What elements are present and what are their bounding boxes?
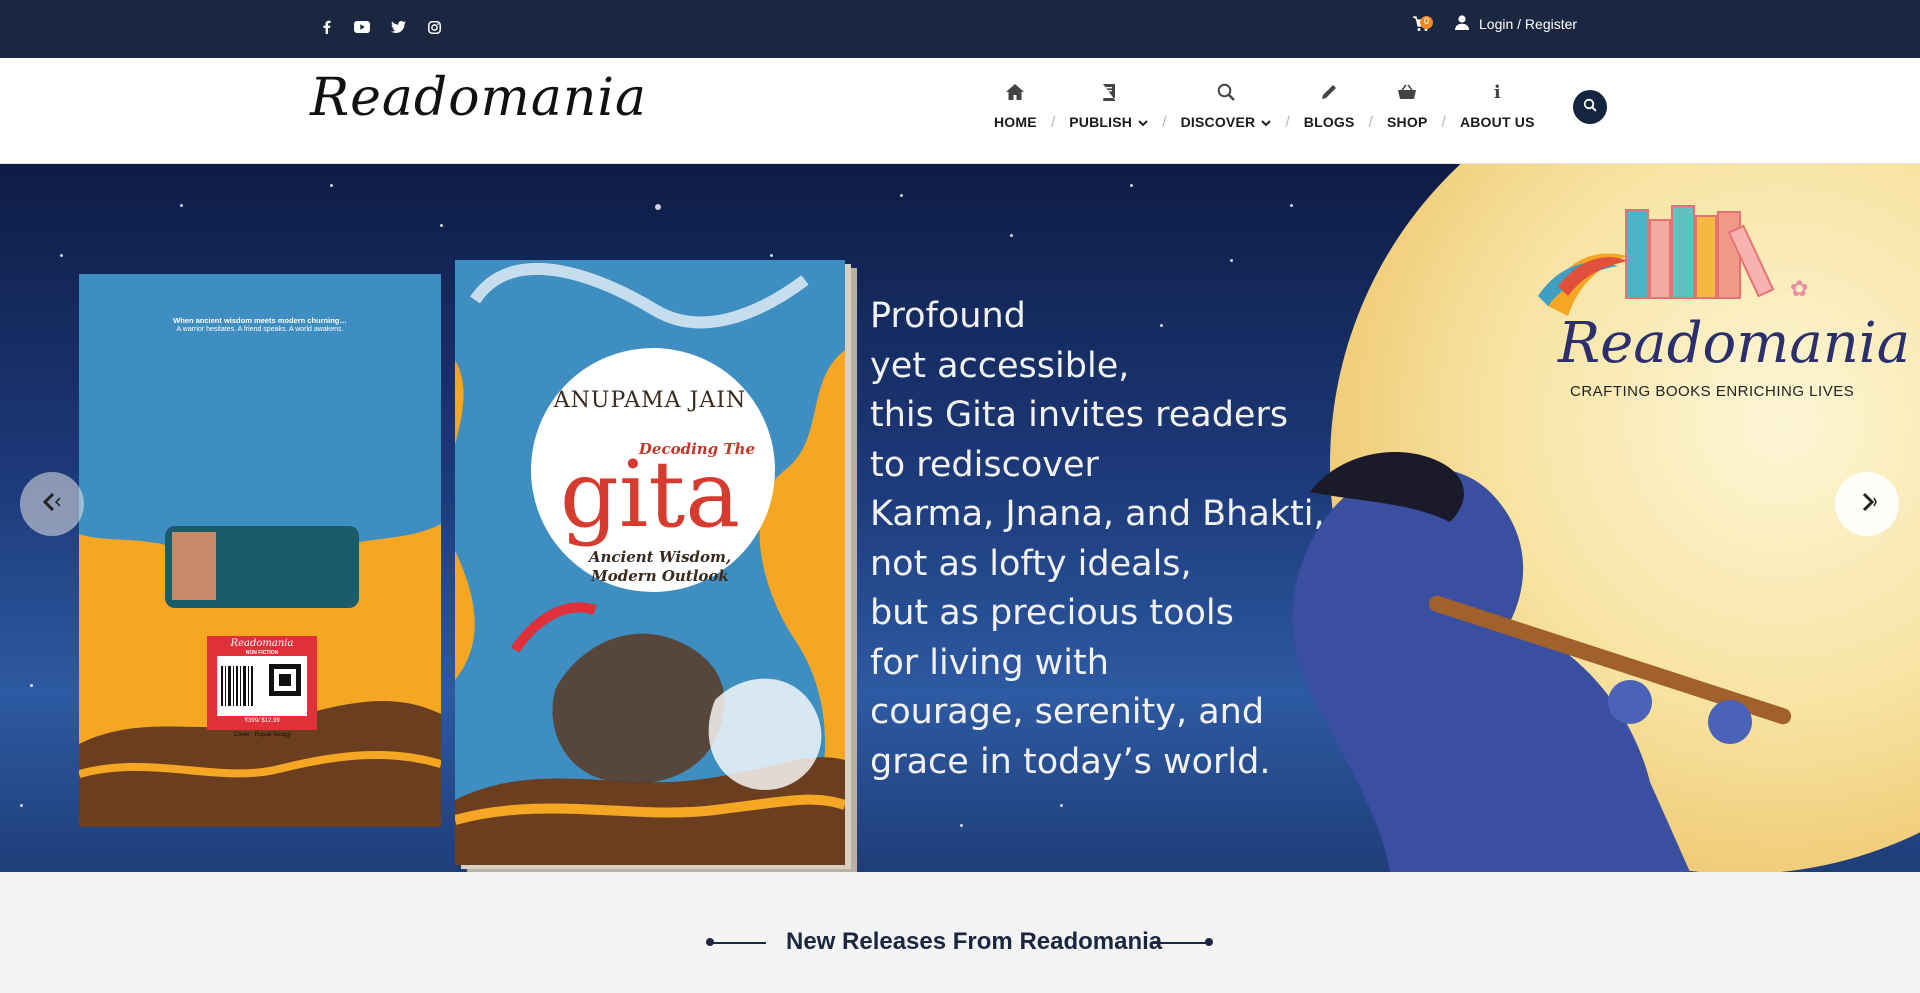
- top-bar: 0 Login / Register: [0, 0, 1920, 58]
- instagram-icon[interactable]: [426, 19, 442, 35]
- brand-logo-text: Readomania: [1558, 311, 1911, 376]
- back-cover-category: NON FICTION: [245, 650, 279, 656]
- nav-label-shop: SHOP: [1387, 114, 1428, 130]
- search-icon: [1217, 78, 1235, 106]
- cart-count-badge: 0: [1420, 16, 1433, 29]
- search-icon: [1583, 98, 1597, 117]
- brand-tagline: CRAFTING BOOKS ENRICHING LIVES: [1570, 383, 1855, 400]
- back-cover-subheading: A warrior hesitates. A friend speaks. A …: [176, 326, 344, 333]
- front-cover-title-main: gita: [559, 441, 741, 548]
- title-decoration-line: [1153, 942, 1209, 944]
- main-header: Readomania HOME / PUBLISH / DISCOVER / B…: [0, 58, 1920, 164]
- brand-block: ✿ Readomania CRAFTING BOOKS ENRICHING LI…: [1528, 196, 1910, 406]
- krishna-illustration: [1292, 452, 1792, 872]
- nav-label-publish: PUBLISH: [1069, 114, 1133, 130]
- chevron-down-icon: [1138, 114, 1148, 130]
- new-releases-section: New Releases From Readomania: [0, 872, 1920, 993]
- nav-item-publish[interactable]: PUBLISH: [1055, 78, 1162, 130]
- pencil-icon: [1320, 78, 1338, 106]
- svg-text:✿: ✿: [1790, 276, 1808, 301]
- nav-label-blogs: BLOGS: [1303, 114, 1355, 130]
- nav-item-blogs[interactable]: BLOGS: [1290, 78, 1369, 130]
- hero-line: this Gita invites readers: [870, 395, 1289, 435]
- book-icon: [1101, 78, 1117, 106]
- front-cover-subtitle: Ancient Wisdom, Modern Outlook: [588, 548, 732, 585]
- facebook-icon[interactable]: [318, 19, 334, 35]
- back-cover-price: ₹399/ $12.99: [244, 718, 280, 724]
- nav-item-discover[interactable]: DISCOVER: [1167, 78, 1286, 130]
- info-icon: i: [1493, 81, 1501, 103]
- nav-label-home: HOME: [994, 114, 1037, 130]
- back-cover-heading: When ancient wisdom meets modern churnin…: [173, 316, 347, 325]
- book-back-cover: When ancient wisdom meets modern churnin…: [79, 274, 441, 827]
- slider-prev-button[interactable]: [20, 472, 84, 536]
- nav-item-shop[interactable]: SHOP: [1373, 78, 1441, 130]
- back-cover-publisher: Readomania: [230, 638, 294, 649]
- chevron-right-icon: [1856, 492, 1878, 517]
- nav-item-home[interactable]: HOME: [980, 78, 1051, 130]
- front-cover-author: ANUPAMA JAIN: [553, 388, 747, 413]
- nav-item-about-us[interactable]: i ABOUT US: [1446, 78, 1549, 131]
- twitter-icon[interactable]: [390, 19, 406, 35]
- header-search-button[interactable]: [1573, 90, 1607, 124]
- title-decoration-dot: [1205, 938, 1213, 946]
- slider-next-button[interactable]: [1835, 472, 1899, 536]
- home-icon: [1005, 78, 1025, 106]
- nav-label-about-us: ABOUT US: [1459, 114, 1535, 130]
- basket-icon: [1397, 78, 1417, 106]
- main-nav: HOME / PUBLISH / DISCOVER / BLOGS / SHOP…: [980, 78, 1549, 132]
- youtube-icon[interactable]: [354, 19, 370, 35]
- back-cover-credit: Cover : Rupali Neogy: [233, 732, 291, 738]
- chevron-down-icon: [1261, 114, 1272, 130]
- nav-label-discover: DISCOVER: [1180, 114, 1256, 130]
- hero-slider: When ancient wisdom meets modern churnin…: [0, 164, 1920, 872]
- section-title: New Releases From Readomania: [786, 928, 1163, 955]
- chevron-left-icon: [41, 492, 63, 517]
- books-feather-illustration: ✿: [1538, 205, 1808, 316]
- hero-line: Profound: [870, 296, 1026, 336]
- site-logo[interactable]: Readomania: [310, 68, 647, 128]
- title-decoration-line: [710, 942, 766, 944]
- hero-line: yet accessible,: [870, 345, 1130, 386]
- book-front-cover: ANUPAMA JAIN Decoding The gita Ancient W…: [455, 260, 845, 865]
- social-links: [318, 19, 442, 35]
- login-register-link[interactable]: Login / Register: [1455, 15, 1577, 33]
- back-cover-art: [79, 274, 441, 827]
- user-icon: [1455, 15, 1469, 33]
- login-label: Login / Register: [1479, 16, 1578, 32]
